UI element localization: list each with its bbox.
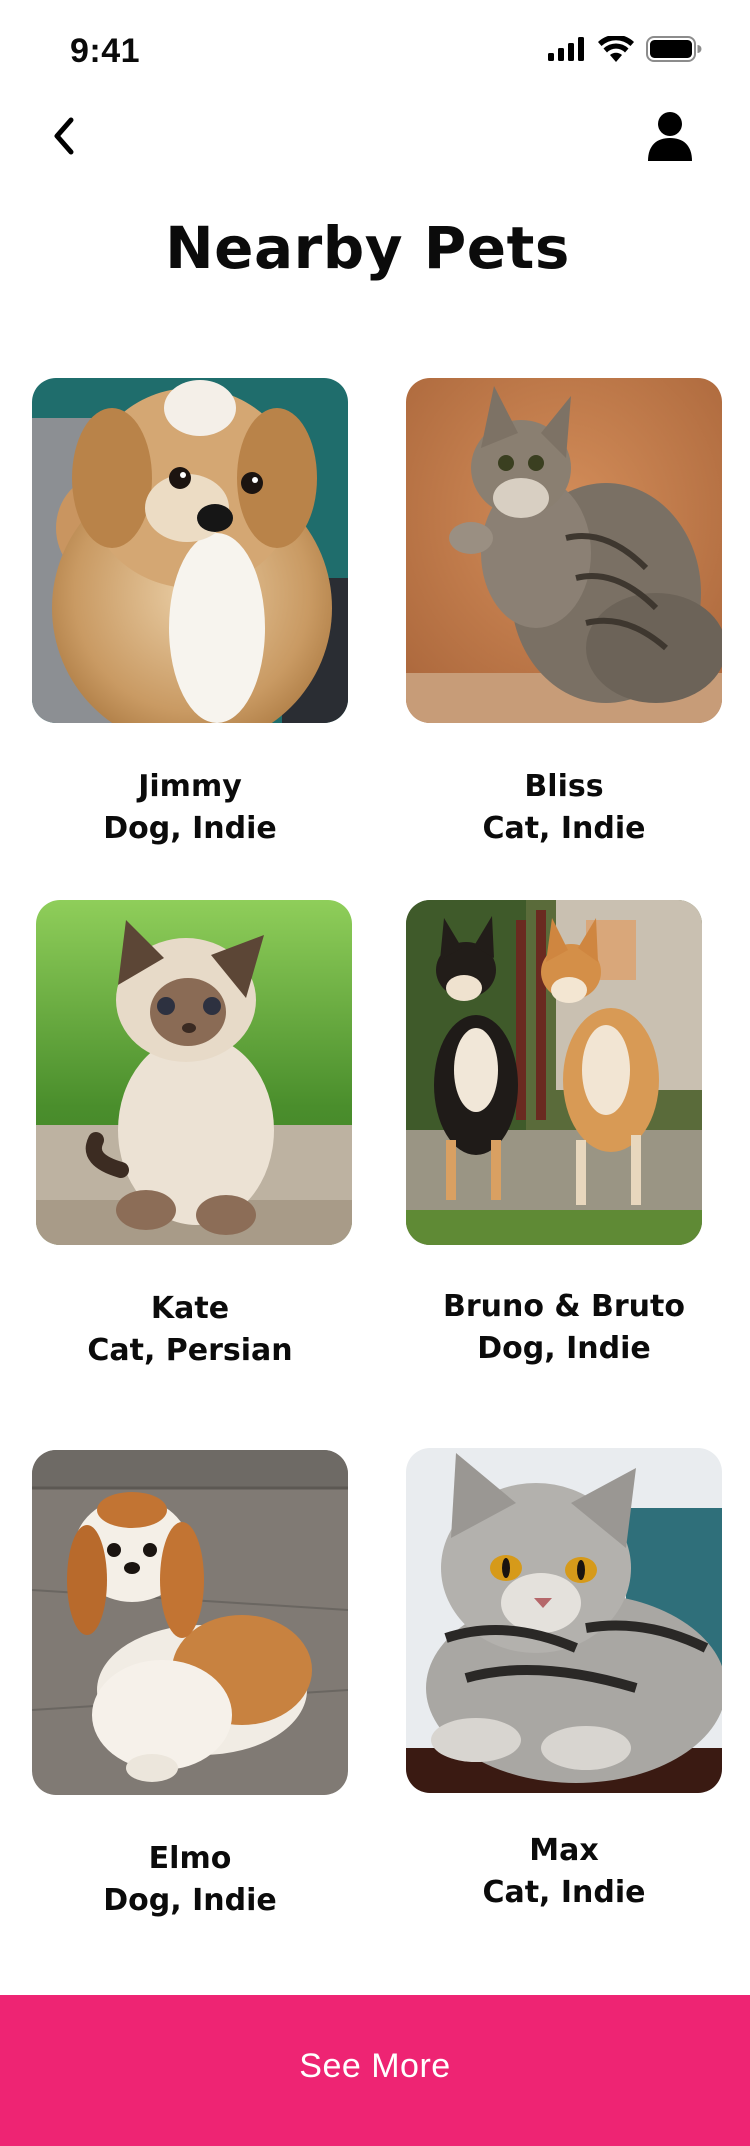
pet-details: Cat, Persian: [87, 1333, 293, 1368]
pet-details: Dog, Indie: [477, 1331, 651, 1366]
pet-card-elmo[interactable]: Elmo Dog, Indie: [32, 1450, 350, 1930]
pet-photo: [36, 900, 352, 1245]
pet-card-bliss[interactable]: Bliss Cat, Indie: [406, 378, 722, 858]
pet-photo: [406, 378, 722, 723]
pet-name: Max: [529, 1833, 599, 1868]
profile-button[interactable]: [642, 110, 698, 166]
battery-icon: [646, 36, 702, 67]
pet-details: Dog, Indie: [103, 1883, 277, 1918]
status-time: 9:41: [70, 32, 141, 70]
pet-name: Bruno & Bruto: [442, 1289, 685, 1324]
pet-caption: Elmo Dog, Indie: [32, 1838, 348, 1922]
pet-card-max[interactable]: Max Cat, Indie: [406, 1448, 722, 1928]
pet-name: Bliss: [524, 769, 604, 804]
pet-card-jimmy[interactable]: Jimmy Dog, Indie: [32, 378, 350, 858]
pet-caption: Kate Cat, Persian: [32, 1288, 348, 1372]
see-more-button[interactable]: See More: [0, 1995, 750, 2146]
wifi-icon: [598, 34, 634, 67]
pet-name: Elmo: [148, 1841, 232, 1876]
status-bar: 9:41: [0, 0, 750, 100]
pet-details: Cat, Indie: [482, 811, 646, 846]
cellular-signal-icon: [548, 37, 586, 66]
pet-caption: Jimmy Dog, Indie: [32, 766, 348, 850]
chevron-left-icon: [51, 116, 77, 161]
pet-name: Jimmy: [138, 769, 242, 804]
back-button[interactable]: [44, 114, 84, 162]
pet-photo: [32, 1450, 348, 1795]
pet-details: Cat, Indie: [482, 1875, 646, 1910]
pet-caption: Bliss Cat, Indie: [406, 766, 722, 850]
pet-caption: Max Cat, Indie: [406, 1830, 722, 1914]
pet-card-bruno-bruto[interactable]: Bruno & Bruto Dog, Indie: [406, 900, 722, 1380]
status-icons: [548, 34, 702, 67]
pet-details: Dog, Indie: [103, 811, 277, 846]
pet-photo: [32, 378, 348, 723]
page-title: Nearby Pets: [165, 214, 570, 282]
pet-photo: [406, 900, 702, 1245]
pet-caption: Bruno & Bruto Dog, Indie: [406, 1286, 722, 1370]
pet-photo: [406, 1448, 722, 1793]
pet-card-kate[interactable]: Kate Cat, Persian: [36, 900, 354, 1380]
pet-name: Kate: [150, 1291, 230, 1326]
user-icon: [648, 111, 692, 166]
